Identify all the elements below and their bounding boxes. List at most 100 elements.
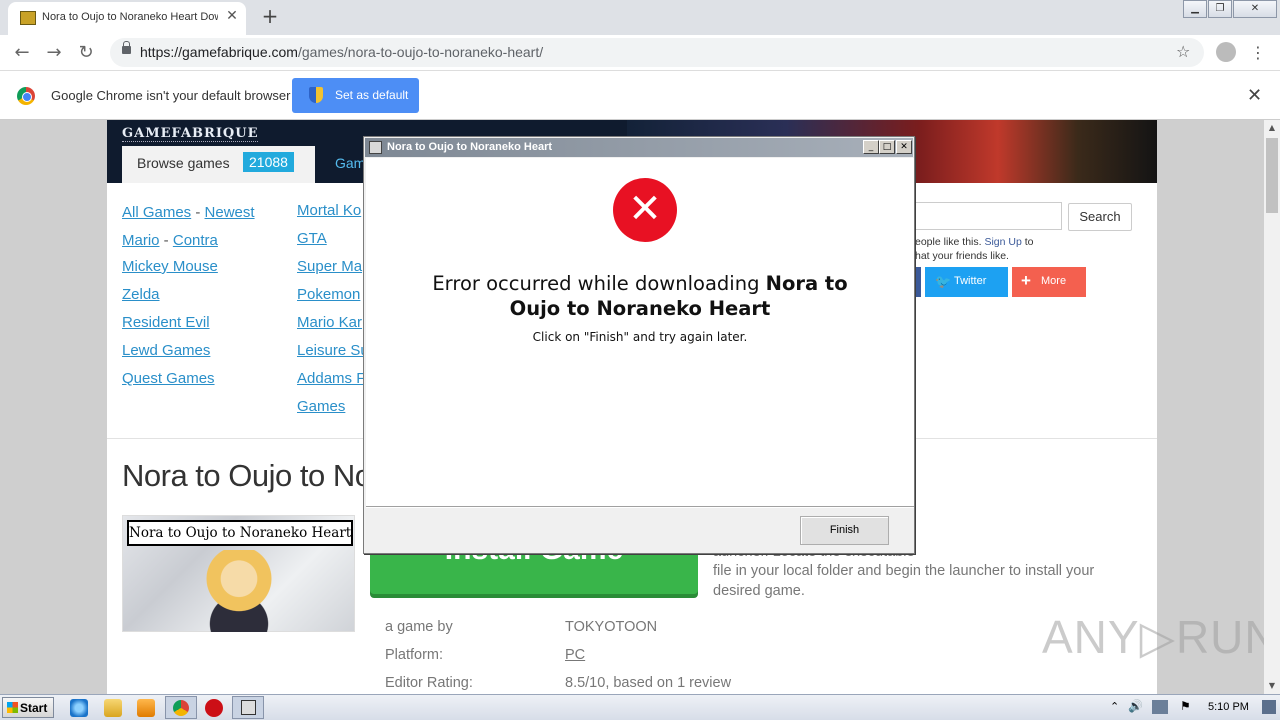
nav-link-super-mario[interactable]: Super Ma	[297, 258, 362, 275]
game-page-title: Nora to Oujo to No	[122, 458, 372, 493]
start-label: Start	[20, 701, 48, 715]
nav-link-lewd-games[interactable]: Lewd Games	[122, 342, 210, 359]
reload-icon[interactable]: ↻	[74, 41, 98, 65]
info-label-developer: a game by	[385, 619, 453, 635]
show-desktop-icon[interactable]	[1262, 700, 1276, 714]
dialog-minimize-button[interactable]: _	[863, 140, 879, 154]
error-heading: Error occurred while downloading Nora to…	[426, 271, 854, 321]
info-value-developer: TOKYOTOON	[565, 619, 658, 635]
close-window-button[interactable]: ✕	[1233, 0, 1277, 18]
chrome-menu-icon[interactable]: ⋮	[1250, 43, 1266, 62]
nav-link-contra[interactable]: Contra	[173, 232, 218, 249]
nav-separator: -	[159, 232, 173, 249]
error-instructions: Click on "Finish" and try again later.	[532, 330, 748, 344]
plus-icon: +	[1021, 271, 1031, 290]
taskbar-clock[interactable]: 5:10 PM	[1208, 701, 1249, 713]
nav-link-games[interactable]: Games	[297, 398, 345, 415]
like-text-end: to	[1021, 236, 1034, 248]
url-text[interactable]: https://gamefabrique.com/games/nora-to-o…	[140, 44, 543, 60]
forward-icon[interactable]: →	[42, 41, 66, 65]
nav-link-mario-kart[interactable]: Mario Kar	[297, 314, 362, 331]
nav-link-leisure-suit[interactable]: Leisure Su	[297, 342, 369, 359]
volume-icon[interactable]: 🔊	[1128, 699, 1143, 713]
dialog-titlebar[interactable]: Nora to Oujo to Noraneko Heart _ □ ✕	[365, 138, 913, 157]
internet-explorer-icon[interactable]	[70, 699, 88, 717]
site-logo[interactable]: GAMEFABRIQUE	[122, 126, 259, 142]
system-tray: ⌃ 🔊 ⚑ 5:10 PM	[1104, 696, 1280, 720]
new-tab-button[interactable]: +	[258, 5, 282, 29]
like-text-part: eople like this.	[915, 236, 985, 248]
twitter-bird-icon: 🐦	[935, 274, 952, 289]
nav-link-newest[interactable]: Newest	[205, 204, 255, 221]
chrome-logo-icon	[17, 87, 35, 105]
twitter-share-button[interactable]: 🐦 Twitter	[925, 267, 1008, 297]
nav-link-gta[interactable]: GTA	[297, 230, 327, 247]
minimize-window-button[interactable]: ▁	[1183, 0, 1207, 18]
tab-strip: Nora to Oujo to Noraneko Heart Dow ✕ + ▁…	[0, 0, 1280, 35]
desc-line-4: desired game.	[713, 582, 805, 599]
uac-shield-icon	[309, 87, 323, 103]
nav-link-zelda[interactable]: Zelda	[122, 286, 160, 303]
set-as-default-button[interactable]: Set as default	[292, 78, 419, 113]
tab-close-icon[interactable]: ✕	[224, 8, 240, 26]
nav-link-pokemon[interactable]: Pokemon	[297, 286, 360, 303]
windows-taskbar: Start ⌃ 🔊 ⚑ 5:10 PM	[0, 694, 1280, 720]
scroll-down-arrow-icon[interactable]: ▼	[1264, 678, 1280, 694]
action-center-flag-icon[interactable]: ⚑	[1180, 699, 1191, 713]
desc-line-3: file in your local folder and begin the …	[713, 563, 1095, 579]
like-text-line2: hat your friends like.	[915, 250, 1009, 262]
dialog-maximize-button[interactable]: □	[879, 140, 895, 154]
nav-link-mario[interactable]: Mario	[122, 232, 160, 249]
info-value-platform-link[interactable]: PC	[565, 647, 585, 663]
games-tab[interactable]: Gam	[335, 155, 365, 171]
set-as-default-label: Set as default	[335, 88, 409, 102]
facebook-like-text: eople like this. Sign Up to hat your fri…	[915, 235, 1034, 263]
back-icon[interactable]: ←	[10, 41, 34, 65]
windows-logo-icon	[7, 702, 18, 713]
media-player-icon[interactable]	[137, 699, 155, 717]
chrome-taskbar-icon	[173, 700, 189, 716]
game-cover-image[interactable]: Nora to Oujo to Noraneko Heart	[122, 515, 355, 632]
error-x-icon: ✕	[613, 178, 677, 242]
nav-link-resident-evil[interactable]: Resident Evil	[122, 314, 210, 331]
file-explorer-icon[interactable]	[104, 699, 122, 717]
browse-games-label: Browse games	[137, 155, 230, 171]
bookmark-star-icon[interactable]: ☆	[1176, 42, 1190, 61]
account-avatar-icon[interactable]	[1216, 42, 1236, 62]
installer-taskbar-button[interactable]	[232, 696, 264, 719]
restore-window-button[interactable]: ❐	[1208, 0, 1232, 18]
lock-icon[interactable]	[122, 41, 131, 54]
search-button[interactable]: Search	[1068, 203, 1132, 231]
browser-tab[interactable]: Nora to Oujo to Noraneko Heart Dow ✕	[8, 2, 246, 35]
opera-icon[interactable]	[205, 699, 223, 717]
info-value-rating: 8.5/10, based on 1 review	[565, 675, 732, 691]
nav-link-mickey-mouse[interactable]: Mickey Mouse	[122, 258, 218, 275]
nav-link-all-games[interactable]: All Games	[122, 204, 191, 221]
more-label: More	[1041, 275, 1067, 287]
nav-link-quest-games[interactable]: Quest Games	[122, 370, 215, 387]
nav-link-mortal-kombat[interactable]: Mortal Ko	[297, 202, 361, 219]
default-browser-infobar: Google Chrome isn't your default browser…	[0, 71, 1280, 120]
nav-row-mario: Mario - Contra	[122, 230, 218, 249]
show-hidden-icons-icon[interactable]: ⌃	[1110, 700, 1119, 713]
start-button[interactable]: Start	[2, 697, 54, 718]
nav-link-addams-family[interactable]: Addams F	[297, 370, 365, 387]
scroll-thumb[interactable]	[1266, 138, 1278, 213]
dialog-content: ✕ Error occurred while downloading Nora …	[366, 158, 914, 506]
more-share-button[interactable]: + More	[1012, 267, 1086, 297]
installer-taskbar-icon	[241, 700, 256, 715]
search-input[interactable]	[907, 202, 1062, 230]
infobar-close-icon[interactable]: ✕	[1247, 85, 1262, 106]
scroll-up-arrow-icon[interactable]: ▲	[1264, 120, 1280, 136]
chrome-taskbar-button[interactable]	[165, 696, 197, 719]
network-icon[interactable]	[1152, 700, 1168, 714]
dialog-close-button[interactable]: ✕	[896, 140, 912, 154]
dialog-title: Nora to Oujo to Noraneko Heart	[387, 141, 553, 153]
page-scrollbar[interactable]: ▲ ▼	[1264, 120, 1280, 694]
site-favicon-icon	[20, 11, 36, 25]
address-bar[interactable]: https://gamefabrique.com/games/nora-to-o…	[110, 38, 1204, 67]
facebook-signup-link[interactable]: Sign Up	[984, 236, 1021, 248]
finish-button[interactable]: Finish	[800, 516, 889, 545]
browse-games-tab[interactable]: Browse games 21088	[122, 146, 315, 183]
info-label-rating: Editor Rating:	[385, 675, 473, 691]
